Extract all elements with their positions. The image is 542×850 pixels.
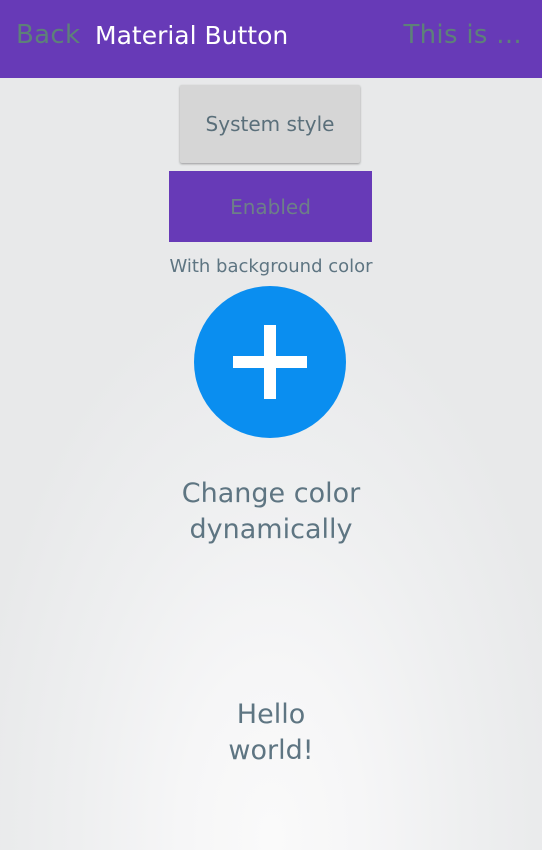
hello-world-label: Hello world! <box>0 697 542 769</box>
hello-line-1: Hello <box>236 699 306 730</box>
page-title: Material Button <box>95 21 289 50</box>
enabled-button[interactable]: Enabled <box>169 171 372 242</box>
change-color-line-2: dynamically <box>189 514 353 545</box>
app-bar: Back Material Button This is ... <box>0 0 542 78</box>
hello-line-2: world! <box>228 735 314 766</box>
app-bar-right-item[interactable]: This is ... <box>403 20 522 50</box>
plus-icon <box>233 325 307 399</box>
back-button[interactable]: Back <box>16 20 80 50</box>
change-color-label: Change color dynamically <box>0 476 542 548</box>
add-fab-button[interactable] <box>194 286 346 438</box>
change-color-line-1: Change color <box>181 478 361 509</box>
system-style-button[interactable]: System style <box>180 85 360 163</box>
with-background-color-label: With background color <box>169 256 373 277</box>
